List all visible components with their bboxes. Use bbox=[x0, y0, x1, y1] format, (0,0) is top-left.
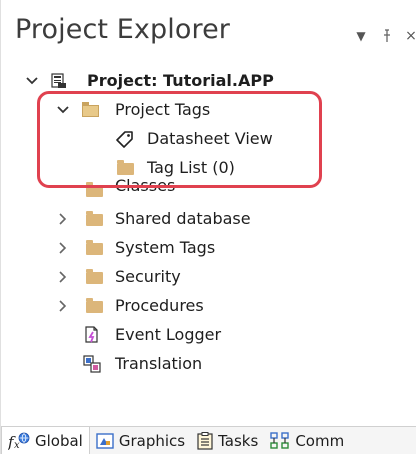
tree-item-project-root[interactable]: Project: Tutorial.APP bbox=[1, 66, 416, 95]
tree-item-label: Project Tags bbox=[115, 100, 211, 119]
chevron-down-icon[interactable] bbox=[25, 74, 39, 88]
tree-item-classes[interactable]: Classes bbox=[1, 176, 416, 204]
tree-item-procedures[interactable]: Procedures bbox=[1, 291, 416, 320]
tab-label: Comm bbox=[295, 432, 345, 450]
chevron-right-icon[interactable] bbox=[56, 270, 70, 284]
folder-icon bbox=[85, 239, 103, 257]
close-icon[interactable]: × bbox=[405, 28, 416, 44]
tab-comm[interactable]: Comm bbox=[264, 427, 350, 454]
tree-item-system-tags[interactable]: System Tags bbox=[1, 233, 416, 262]
panel-title-controls: ▼ × bbox=[353, 26, 416, 46]
project-explorer-panel: Project Explorer ▼ × Project: Tutorial.A… bbox=[0, 0, 416, 454]
graphics-icon bbox=[96, 432, 114, 450]
tab-label: Global bbox=[35, 431, 83, 450]
folder-icon bbox=[85, 210, 103, 228]
tree-item-security[interactable]: Security bbox=[1, 262, 416, 291]
tree-item-label: Security bbox=[115, 267, 181, 286]
project-tree: Project: Tutorial.APP Project Tags Datas… bbox=[1, 66, 416, 378]
chevron-down-icon[interactable] bbox=[56, 103, 70, 117]
project-icon bbox=[50, 72, 68, 90]
tree-item-label: Tag List (0) bbox=[147, 158, 235, 177]
panel-title: Project Explorer bbox=[15, 14, 230, 45]
tab-graphics[interactable]: Graphics bbox=[90, 427, 191, 454]
tree-item-shared-database[interactable]: Shared database bbox=[1, 204, 416, 233]
svg-text:x: x bbox=[14, 440, 20, 450]
pin-icon[interactable] bbox=[379, 29, 395, 43]
event-logger-icon bbox=[83, 325, 101, 344]
tag-icon bbox=[116, 130, 134, 148]
panel-title-bar: Project Explorer ▼ × bbox=[1, 0, 416, 62]
explorer-tab-bar: f x Global Graphics Tasks Comm bbox=[1, 426, 416, 454]
window-dropdown-icon[interactable]: ▼ bbox=[353, 29, 369, 43]
tree-item-label: Classes bbox=[115, 176, 176, 195]
tab-label: Graphics bbox=[118, 432, 186, 450]
tasks-icon bbox=[197, 432, 213, 450]
tree-item-project-tags[interactable]: Project Tags bbox=[1, 95, 416, 124]
comm-icon bbox=[270, 432, 290, 450]
folder-icon bbox=[85, 180, 103, 198]
chevron-right-icon[interactable] bbox=[56, 241, 70, 255]
tree-item-datasheet-view[interactable]: Datasheet View bbox=[1, 124, 416, 153]
fx-globe-icon: f x bbox=[8, 432, 30, 450]
chevron-right-icon[interactable] bbox=[56, 212, 70, 226]
folder-icon bbox=[116, 159, 134, 177]
tree-item-tag-list[interactable]: Tag List (0) bbox=[1, 153, 416, 182]
tree-item-label: Procedures bbox=[115, 296, 204, 315]
tree-item-label: Datasheet View bbox=[147, 129, 273, 148]
tree-item-label: System Tags bbox=[115, 238, 216, 257]
tree-item-label: Event Logger bbox=[115, 325, 222, 344]
translation-icon bbox=[83, 354, 101, 373]
tree-item-label: Project: Tutorial.APP bbox=[87, 71, 274, 90]
tree-item-label: Shared database bbox=[115, 209, 251, 228]
folder-icon bbox=[85, 297, 103, 315]
folder-open-icon bbox=[81, 101, 99, 119]
folder-icon bbox=[85, 268, 103, 286]
tree-item-event-logger[interactable]: Event Logger bbox=[1, 320, 416, 349]
tree-item-label: Translation bbox=[115, 354, 203, 373]
tab-global[interactable]: f x Global bbox=[1, 427, 90, 454]
tab-tasks[interactable]: Tasks bbox=[191, 427, 264, 454]
chevron-right-icon[interactable] bbox=[56, 299, 70, 313]
tab-label: Tasks bbox=[218, 432, 259, 450]
tree-item-translation[interactable]: Translation bbox=[1, 349, 416, 378]
